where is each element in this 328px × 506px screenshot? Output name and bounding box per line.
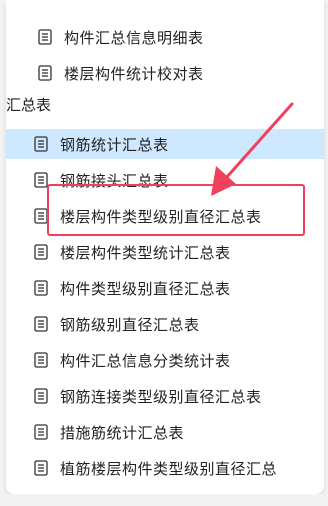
tree-item-measure-rebar-stat[interactable]: 措施筋统计汇总表 <box>6 417 324 447</box>
tree-item-rebar-stat-summary[interactable]: 钢筋统计汇总表 <box>6 129 324 159</box>
document-icon <box>34 280 48 296</box>
tree-item-label: 构件类型级别直径汇总表 <box>60 279 231 298</box>
document-icon <box>38 29 52 45</box>
tree-item-component-summary-classified[interactable]: 构件汇总信息分类统计表 <box>6 345 324 375</box>
tree-item-label: 钢筋级别直径汇总表 <box>60 315 200 334</box>
tree-item-label: 植筋楼层构件类型级别直径汇总 <box>60 459 278 478</box>
tree-item-floor-component-type-grade-diameter[interactable]: 楼层构件类型级别直径汇总表 <box>6 201 324 231</box>
tree-item-label: 措施筋统计汇总表 <box>60 423 185 442</box>
tree-item-floor-component-check[interactable]: 楼层构件统计校对表 <box>6 58 324 88</box>
tree-item-floor-component-type-stat[interactable]: 楼层构件类型统计汇总表 <box>6 237 324 267</box>
document-icon <box>34 208 48 224</box>
report-tree-panel: 构件汇总信息明细表 楼层构件统计校对表 汇总表 钢筋统计汇总表 钢筋接头汇总表 <box>6 0 324 494</box>
document-icon <box>34 352 48 368</box>
tree-item-component-summary-detail[interactable]: 构件汇总信息明细表 <box>6 22 324 52</box>
tree-group-summary-tables[interactable]: 汇总表 <box>6 94 51 115</box>
document-icon <box>34 316 48 332</box>
document-icon <box>38 65 52 81</box>
document-icon <box>34 136 48 152</box>
tree-item-label: 钢筋接头汇总表 <box>60 171 169 190</box>
tree-item-label: 钢筋统计汇总表 <box>60 135 169 154</box>
document-icon <box>34 244 48 260</box>
tree-item-label: 楼层构件类型级别直径汇总表 <box>60 207 262 226</box>
tree-item-rebar-grade-diameter[interactable]: 钢筋级别直径汇总表 <box>6 309 324 339</box>
document-icon <box>34 388 48 404</box>
tree-item-rebar-joint-summary[interactable]: 钢筋接头汇总表 <box>6 165 324 195</box>
document-icon <box>34 172 48 188</box>
tree-item-rebar-connection-type-grade-diameter[interactable]: 钢筋连接类型级别直径汇总表 <box>6 381 324 411</box>
tree-item-label: 楼层构件统计校对表 <box>64 64 204 83</box>
tree-item-label: 构件汇总信息分类统计表 <box>60 351 231 370</box>
tree-item-component-type-grade-diameter[interactable]: 构件类型级别直径汇总表 <box>6 273 324 303</box>
panel-bottom-margin <box>6 494 324 506</box>
document-icon <box>34 424 48 440</box>
tree-item-label: 钢筋连接类型级别直径汇总表 <box>60 387 262 406</box>
tree-item-label: 楼层构件类型统计汇总表 <box>60 243 231 262</box>
tree-item-planted-rebar-floor-component[interactable]: 植筋楼层构件类型级别直径汇总 <box>6 453 324 483</box>
document-icon <box>34 460 48 476</box>
tree-item-label: 构件汇总信息明细表 <box>64 28 204 47</box>
